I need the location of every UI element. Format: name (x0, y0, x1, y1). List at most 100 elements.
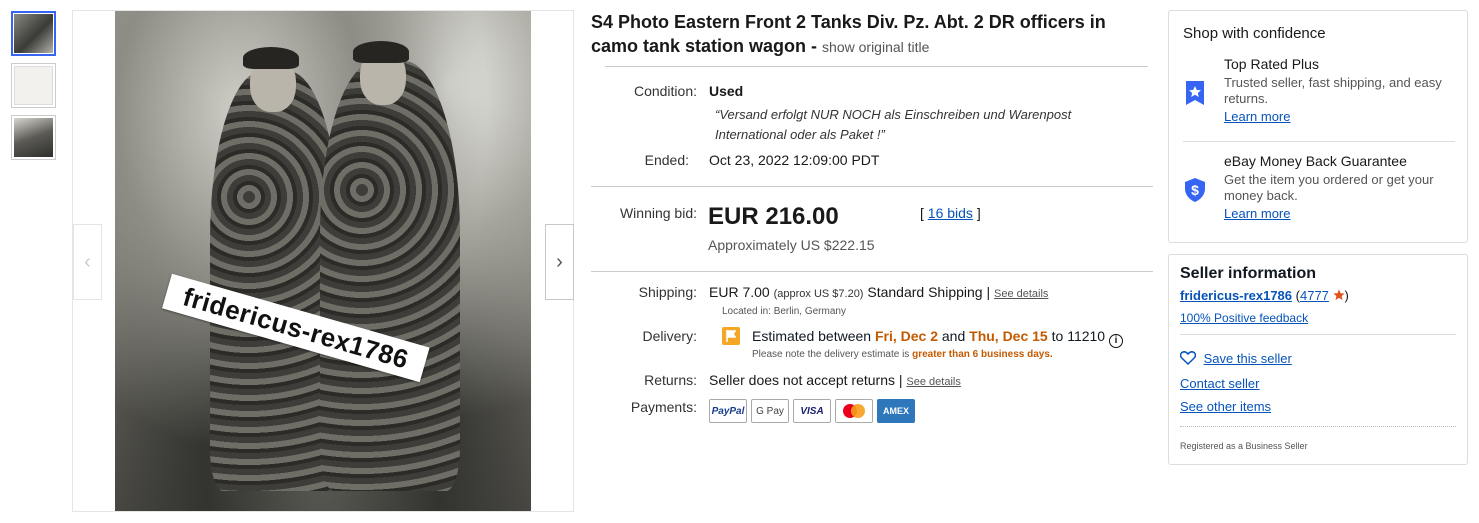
shipping-row: Shipping: EUR 7.00 (approx US $7.20) Sta… (591, 284, 1049, 300)
chevron-left-icon: ‹ (84, 250, 91, 273)
thumbnail-strip (11, 11, 57, 167)
shipping-details-link[interactable]: See details (994, 288, 1048, 300)
payments-label: Payments: (630, 399, 697, 415)
thumbnail-2[interactable] (11, 63, 56, 108)
shop-with-confidence-panel: Shop with confidence Top Rated Plus Trus… (1168, 10, 1468, 243)
winning-bid-label: Winning bid: (619, 205, 697, 221)
returns-info: Seller does not accept returns | See det… (709, 372, 961, 388)
learn-more-link[interactable]: Learn more (1224, 109, 1290, 124)
delivery-note-emphasis: greater than 6 business days. (912, 349, 1053, 360)
feature-title: Top Rated Plus (1224, 56, 1319, 72)
learn-more-link[interactable]: Learn more (1224, 206, 1290, 221)
visa-icon: VISA (793, 399, 831, 423)
separator: | (986, 284, 991, 300)
item-location: Located in: Berlin, Germany (722, 306, 846, 317)
paypal-icon: PayPal (709, 399, 747, 423)
bid-count-open: [ (920, 205, 924, 221)
divider (605, 66, 1148, 67)
delivery-end-date: Thu, Dec 15 (969, 328, 1048, 344)
google-pay-icon: G Pay (751, 399, 789, 423)
feature-description: Get the item you ordered or get your mon… (1224, 172, 1434, 203)
delivery-row: Delivery: (591, 328, 709, 344)
bid-count: [ 16 bids ] (920, 205, 981, 221)
separator: | (898, 372, 903, 388)
delivery-start-date: Fri, Dec 2 (874, 328, 938, 344)
info-icon[interactable]: i (1108, 334, 1123, 348)
condition-row: Condition: Used (591, 83, 743, 99)
returns-label: Returns: (644, 372, 697, 388)
star-icon (1332, 289, 1345, 300)
feedback-score-link[interactable]: 4777 (1300, 288, 1329, 303)
thumbnail-3[interactable] (11, 115, 56, 160)
save-seller-link[interactable]: Save this seller (1204, 351, 1292, 366)
bid-count-close: ] (976, 205, 981, 221)
divider (591, 271, 1153, 272)
delivery-note: Please note the delivery estimate is gre… (752, 349, 1053, 360)
show-original-title-link[interactable]: show original title (822, 39, 929, 55)
svg-text:$: $ (1191, 182, 1199, 198)
contact-seller-link[interactable]: Contact seller (1180, 376, 1259, 391)
thumbnail-1[interactable] (11, 11, 56, 56)
divider (1180, 426, 1456, 427)
delivery-prefix: Estimated between (752, 328, 872, 344)
thumbnail-image (14, 66, 53, 105)
ended-value: Oct 23, 2022 12:09:00 PDT (709, 152, 880, 168)
listing-details: S4 Photo Eastern Front 2 Tanks Div. Pz. … (591, 10, 1153, 423)
condition-note: “Versand erfolgt NUR NOCH als Einschreib… (715, 107, 1072, 142)
seller-name-row: fridericus-rex1786 (4777 ) (1180, 288, 1349, 303)
main-image-gallery: fridericus-rex1786 ‹ › (72, 10, 574, 512)
delivery-note-prefix: Please note the delivery estimate is (752, 349, 910, 360)
bid-history-link[interactable]: 16 bids (928, 205, 973, 221)
top-rated-plus-feature: Top Rated Plus Trusted seller, fast ship… (1183, 56, 1455, 134)
shipping-approx: (approx US $7.20) (773, 288, 864, 300)
shipping-type: Standard Shipping (867, 284, 983, 300)
badge-icon (1183, 80, 1207, 105)
mastercard-icon (835, 399, 873, 423)
main-photo[interactable]: fridericus-rex1786 (115, 11, 531, 511)
confidence-heading: Shop with confidence (1183, 25, 1326, 42)
delivery-zip: to 11210 (1051, 328, 1106, 344)
shipping-info: EUR 7.00 (approx US $7.20) Standard Ship… (709, 284, 1048, 300)
previous-image-button[interactable]: ‹ (73, 224, 102, 300)
seller-information-panel: Seller information fridericus-rex1786 (4… (1168, 254, 1468, 465)
shipping-cost: EUR 7.00 (709, 284, 770, 300)
paren-close: ) (1344, 288, 1349, 303)
returns-row: Returns: Seller does not accept returns … (591, 372, 961, 388)
next-image-button[interactable]: › (545, 224, 574, 300)
seller-name-link[interactable]: fridericus-rex1786 (1180, 288, 1292, 303)
thumbnail-image (14, 14, 53, 53)
divider (591, 186, 1153, 187)
returns-value: Seller does not accept returns (709, 372, 895, 388)
feature-description: Trusted seller, fast shipping, and easy … (1224, 75, 1442, 106)
thumbnail-image (14, 118, 53, 157)
payments-row: Payments: PayPal G Pay VISA AMEX (591, 399, 919, 423)
money-back-guarantee-feature: $ eBay Money Back Guarantee Get the item… (1183, 153, 1455, 233)
positive-feedback-link[interactable]: 100% Positive feedback (1180, 311, 1308, 325)
chevron-right-icon: › (556, 250, 563, 273)
winning-bid-value: EUR 216.00 (708, 203, 839, 230)
item-title: S4 Photo Eastern Front 2 Tanks Div. Pz. … (591, 10, 1131, 59)
registered-business-seller: Registered as a Business Seller (1180, 441, 1308, 451)
photo-figure-cap (243, 47, 299, 69)
ended-row: Ended: Oct 23, 2022 12:09:00 PDT (583, 152, 880, 168)
shipping-label: Shipping: (638, 284, 697, 300)
condition-label: Condition: (633, 83, 697, 99)
amex-icon: AMEX (877, 399, 915, 423)
condition-value: Used (709, 83, 744, 99)
photo-figure (320, 61, 460, 491)
see-other-items-link[interactable]: See other items (1180, 399, 1271, 414)
save-seller-row[interactable]: Save this seller (1179, 351, 1292, 366)
payment-methods: PayPal G Pay VISA AMEX (709, 399, 919, 423)
delivery-estimate: Estimated between Fri, Dec 2 and Thu, De… (752, 328, 1123, 348)
heart-icon (1179, 351, 1197, 366)
feature-text: eBay Money Back Guarantee Get the item y… (1224, 153, 1454, 223)
returns-details-link[interactable]: See details (906, 376, 960, 388)
delivery-flag-icon (722, 327, 740, 345)
seller-heading: Seller information (1180, 265, 1317, 282)
delivery-and: and (941, 328, 966, 344)
shield-dollar-icon: $ (1183, 177, 1207, 202)
winning-bid-row: Winning bid: (579, 205, 709, 221)
feature-title: eBay Money Back Guarantee (1224, 153, 1407, 169)
divider (1180, 334, 1456, 335)
photo-figure-cap (353, 41, 409, 63)
